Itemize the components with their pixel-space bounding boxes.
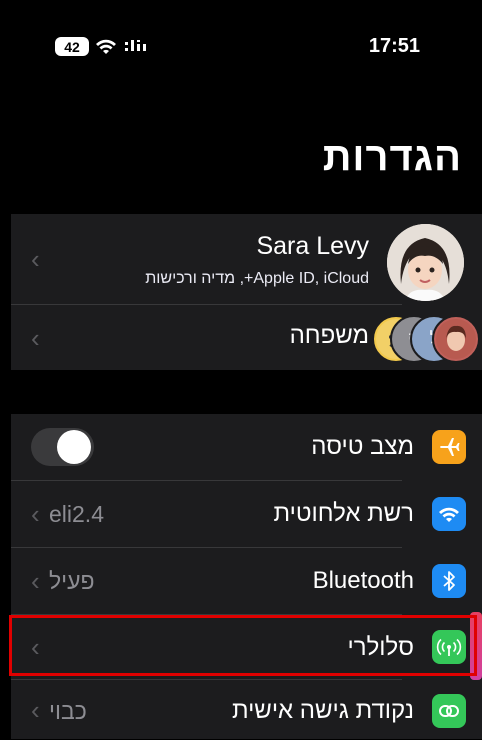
family-label: משפחה — [289, 322, 369, 349]
airplane-mode-row[interactable]: מצב טיסה — [11, 414, 482, 480]
highlight-edge — [470, 612, 482, 680]
family-avatar — [432, 315, 480, 363]
cellular-label: סלולרי — [347, 634, 414, 661]
profile-name: Sara Levy — [256, 232, 369, 260]
family-row[interactable]: ‹ משפחה ס ל — [11, 305, 482, 370]
page-title: הגדרות — [322, 135, 462, 179]
family-avatars: ס ל — [372, 313, 482, 369]
wifi-value: eli2.4 — [49, 501, 104, 527]
clock: 17:51 — [368, 35, 420, 57]
chevron-icon: ‹ — [31, 695, 40, 725]
cellular-icon — [432, 630, 466, 664]
wifi-icon — [432, 497, 466, 531]
chevron-icon: ‹ — [31, 244, 40, 274]
hotspot-icon — [432, 694, 466, 728]
airplane-icon — [432, 430, 466, 464]
hotspot-value: כבוי — [49, 698, 87, 724]
toggle-knob — [57, 430, 91, 464]
chevron-icon: ‹ — [31, 632, 40, 662]
profile-subtitle: Apple ID, iCloud+, מדיה ורכישות — [145, 270, 369, 287]
battery-indicator: 42 — [55, 37, 89, 56]
bluetooth-label: Bluetooth — [312, 567, 414, 594]
chevron-icon: ‹ — [31, 566, 40, 596]
wifi-status-icon — [96, 39, 116, 54]
bluetooth-row[interactable]: ‹ פעיל Bluetooth — [11, 548, 482, 614]
chevron-icon: ‹ — [31, 499, 40, 529]
signal-icon — [125, 40, 146, 51]
airplane-mode-toggle[interactable] — [31, 428, 94, 466]
hotspot-label: נקודת גישה אישית — [231, 697, 414, 724]
wifi-label: רשת אלחוטית — [273, 500, 414, 527]
status-bar: 42 17:51 — [0, 0, 482, 80]
bluetooth-value: פעיל — [49, 568, 95, 594]
chevron-icon: ‹ — [31, 323, 40, 353]
wifi-row[interactable]: ‹ eli2.4 רשת אלחוטית — [11, 481, 482, 547]
hotspot-row[interactable]: ‹ כבוי נקודת גישה אישית — [11, 680, 482, 740]
bluetooth-icon — [432, 564, 466, 598]
connectivity-group: מצב טיסה ‹ eli2.4 רשת אלחוטית ‹ פעיל Blu… — [11, 414, 482, 739]
apple-id-row[interactable]: ‹ Sara Levy Apple ID, iCloud+, מדיה ורכי… — [11, 214, 482, 304]
profile-group: ‹ Sara Levy Apple ID, iCloud+, מדיה ורכי… — [11, 214, 482, 370]
airplane-mode-label: מצב טיסה — [311, 433, 414, 460]
avatar — [387, 224, 464, 301]
cellular-row[interactable]: ‹ סלולרי — [11, 615, 482, 679]
